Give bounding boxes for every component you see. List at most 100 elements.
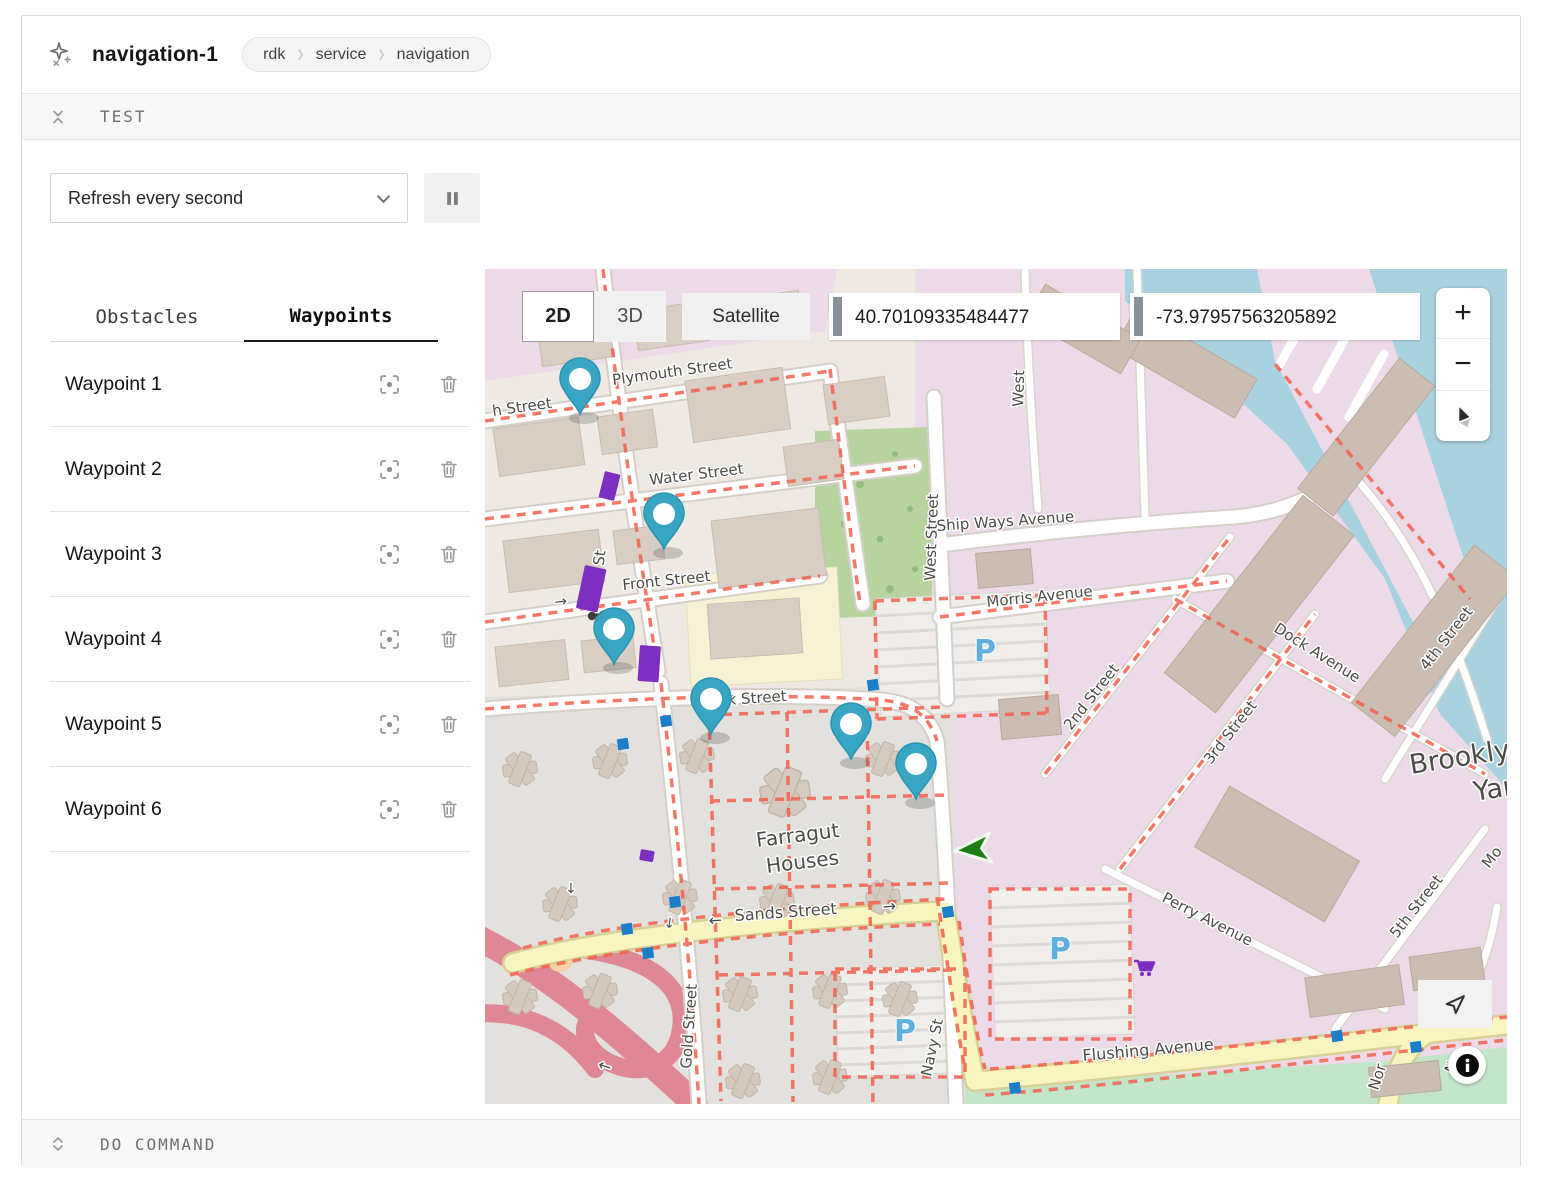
focus-icon [379, 799, 400, 820]
module-card: navigation-1 rdk › service › navigation … [21, 15, 1521, 1167]
delete-waypoint-button[interactable] [432, 367, 466, 401]
map-info-button[interactable] [1448, 1046, 1486, 1084]
traffic-signal-marker [1009, 1082, 1021, 1094]
waypoint-row: Waypoint 1 [50, 342, 470, 427]
waypoint-label: Waypoint 6 [65, 798, 372, 821]
waypoint-row: Waypoint 2 [50, 427, 470, 512]
info-icon [1455, 1053, 1480, 1078]
street-label: West Street [921, 493, 942, 581]
waypoint-list: Waypoint 1 Waypoint 2 [50, 342, 470, 852]
traffic-signal-marker [642, 947, 654, 959]
locate-robot-button[interactable] [1418, 980, 1492, 1028]
map-mode-2d-button[interactable]: 2D [522, 291, 594, 342]
trash-icon [439, 544, 459, 564]
focus-waypoint-button[interactable] [372, 537, 406, 571]
pause-icon [444, 190, 461, 207]
test-section-bar[interactable]: TEST [22, 93, 1520, 140]
refresh-rate-value: Refresh every second [68, 188, 243, 209]
focus-icon [379, 714, 400, 735]
parking-marker: P [1049, 932, 1071, 967]
panel-tabs: Obstacles Waypoints [50, 292, 438, 342]
parking-marker: P [894, 1014, 916, 1049]
traffic-signal-marker [1331, 1030, 1343, 1042]
zoom-in-button[interactable]: + [1436, 288, 1490, 338]
waypoint-row: Waypoint 5 [50, 682, 470, 767]
waypoint-label: Waypoint 2 [65, 458, 372, 481]
traffic-signal-marker [621, 923, 633, 935]
parking-marker: P [974, 634, 996, 669]
obstacle-marker[interactable] [637, 645, 660, 682]
breadcrumb: rdk › service › navigation [242, 37, 491, 72]
map-canvas[interactable]: PPP h StreetPlymouth StreetWater StreetG… [485, 269, 1507, 1104]
drag-handle[interactable] [833, 297, 842, 336]
trash-icon [439, 714, 459, 734]
focus-icon [379, 459, 400, 480]
satellite-toggle-button[interactable]: Satellite [682, 293, 810, 340]
longitude-input[interactable] [1154, 293, 1418, 342]
zoom-out-button[interactable]: − [1436, 338, 1490, 389]
trash-icon [439, 374, 459, 394]
breadcrumb-segment: service [316, 46, 367, 64]
focus-waypoint-button[interactable] [372, 792, 406, 826]
waypoint-row: Waypoint 3 [50, 512, 470, 597]
traffic-signal-marker [1410, 1041, 1422, 1053]
trash-icon [439, 799, 459, 819]
street-label: West [1009, 370, 1028, 408]
focus-waypoint-button[interactable] [372, 707, 406, 741]
street-label: ↓ [662, 915, 676, 932]
waypoint-row: Waypoint 6 [50, 767, 470, 852]
waypoint-label: Waypoint 4 [65, 628, 372, 651]
do-command-section-bar[interactable]: DO COMMAND [22, 1119, 1520, 1168]
card-header: navigation-1 rdk › service › navigation [22, 16, 1520, 94]
focus-waypoint-button[interactable] [372, 622, 406, 656]
trash-icon [439, 459, 459, 479]
expand-icon [50, 1136, 66, 1152]
waypoint-label: Waypoint 3 [65, 543, 372, 566]
map-zoom-controls: + − [1436, 288, 1490, 441]
breadcrumb-separator-icon: › [378, 39, 384, 70]
pause-refresh-button[interactable] [424, 173, 480, 223]
page-title: navigation-1 [92, 43, 218, 67]
focus-waypoint-button[interactable] [372, 452, 406, 486]
compass-needle-icon [1452, 404, 1474, 428]
drag-handle[interactable] [1134, 297, 1143, 336]
service-sparkle-icon [48, 42, 74, 68]
focus-icon [379, 544, 400, 565]
tab-waypoints[interactable]: Waypoints [244, 292, 438, 342]
navigation-map[interactable]: PPP h StreetPlymouth StreetWater StreetG… [485, 269, 1507, 1104]
latitude-input[interactable] [853, 293, 1118, 342]
waypoint-row: Waypoint 4 [50, 597, 470, 682]
focus-icon [379, 374, 400, 395]
street-label: ← [708, 910, 723, 930]
map-mode-3d-button[interactable]: 3D [594, 291, 666, 342]
traffic-signal-marker [867, 679, 879, 691]
street-label: → [554, 592, 568, 611]
navigation-arrow-icon [1443, 992, 1468, 1017]
delete-waypoint-button[interactable] [432, 537, 466, 571]
street-label: → [882, 896, 897, 916]
test-section-label: TEST [100, 107, 147, 126]
longitude-field [1130, 293, 1420, 340]
trash-icon [439, 629, 459, 649]
latitude-field [829, 293, 1120, 340]
waypoint-label: Waypoint 1 [65, 373, 372, 396]
refresh-rate-select[interactable]: Refresh every second [50, 173, 408, 223]
waypoint-label: Waypoint 5 [65, 713, 372, 736]
breadcrumb-segment: navigation [397, 46, 470, 64]
traffic-signal-marker [669, 896, 681, 908]
focus-waypoint-button[interactable] [372, 367, 406, 401]
breadcrumb-separator-icon: › [297, 39, 303, 70]
do-command-label: DO COMMAND [100, 1135, 216, 1154]
delete-waypoint-button[interactable] [432, 622, 466, 656]
focus-icon [379, 629, 400, 650]
chevron-down-icon [376, 192, 391, 207]
delete-waypoint-button[interactable] [432, 792, 466, 826]
tab-obstacles[interactable]: Obstacles [50, 292, 244, 341]
delete-waypoint-button[interactable] [432, 707, 466, 741]
compass-button[interactable] [1436, 390, 1490, 441]
delete-waypoint-button[interactable] [432, 452, 466, 486]
street-label: ↓ [565, 881, 577, 897]
collapse-icon [50, 109, 66, 125]
traffic-signal-marker [660, 715, 672, 727]
traffic-signal-marker [617, 738, 629, 750]
